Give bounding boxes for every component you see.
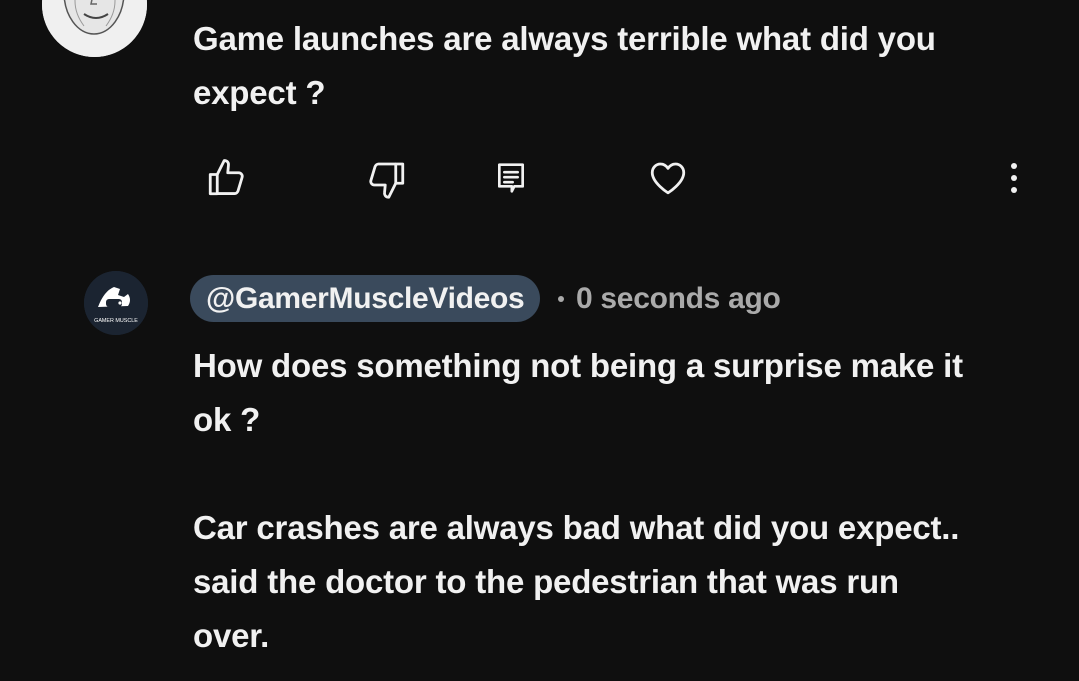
avatar-face-icon bbox=[42, 0, 147, 57]
like-button[interactable] bbox=[198, 150, 254, 206]
reply-icon bbox=[498, 163, 524, 193]
separator-dot bbox=[558, 295, 564, 302]
heart-button[interactable] bbox=[640, 150, 696, 206]
comments-screen: Game launches are always terrible what d… bbox=[0, 0, 1079, 681]
author-handle[interactable]: @GamerMuscleVideos bbox=[190, 275, 541, 322]
more-vert-icon bbox=[1011, 163, 1017, 193]
avatar[interactable] bbox=[42, 0, 147, 57]
heart-icon bbox=[650, 162, 686, 195]
avatar[interactable]: GAMER MUSCLE bbox=[84, 271, 148, 335]
thumbs-down-icon bbox=[369, 162, 405, 199]
dislike-button[interactable] bbox=[359, 150, 415, 206]
gamer-muscle-logo-icon: GAMER MUSCLE bbox=[84, 271, 148, 335]
avatar-caption: GAMER MUSCLE bbox=[94, 318, 138, 324]
timestamp: 0 seconds ago bbox=[576, 281, 781, 315]
reply-button[interactable] bbox=[483, 150, 539, 206]
more-options-button[interactable] bbox=[986, 150, 1042, 206]
comment-meta: 0 seconds ago bbox=[558, 275, 781, 322]
thumbs-up-icon bbox=[208, 159, 244, 196]
comment-text: How does something not being a surprise … bbox=[193, 347, 963, 654]
comment-text: Game launches are always terrible what d… bbox=[193, 20, 936, 111]
comment-actions bbox=[0, 150, 1079, 206]
